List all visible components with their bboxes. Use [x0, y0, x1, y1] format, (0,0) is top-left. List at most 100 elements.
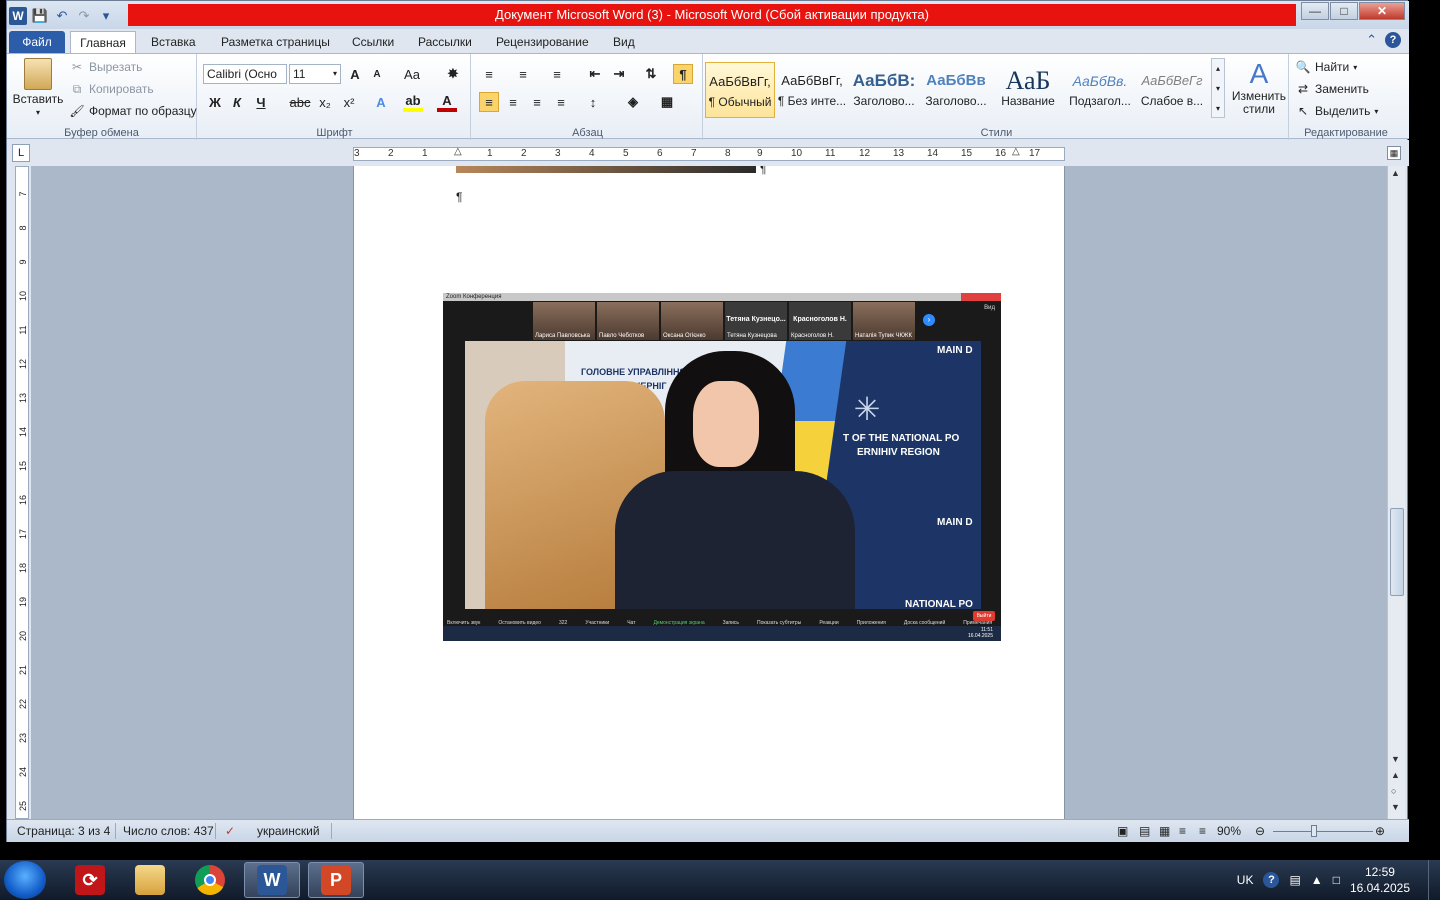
tab-review[interactable]: Рецензирование — [492, 31, 593, 53]
close-button[interactable]: ✕ — [1359, 2, 1405, 20]
style-no-spacing[interactable]: АаБбВвГг, ¶ Без инте... — [777, 62, 847, 118]
scroll-down-icon[interactable]: ▼ — [1391, 754, 1400, 764]
strikethrough-button[interactable]: abc — [287, 92, 313, 112]
numbering-icon[interactable]: ≡ — [513, 64, 533, 84]
decrease-indent-icon[interactable]: ⇤ — [585, 64, 605, 84]
clock[interactable]: 12:59 16.04.2025 — [1350, 864, 1410, 896]
view-ruler-icon[interactable]: ▦ — [1387, 146, 1401, 160]
collapse-ribbon-icon[interactable]: ⌃ — [1366, 32, 1377, 48]
format-painter-button[interactable]: 🖌 Формат по образцу — [69, 103, 196, 119]
document-page[interactable]: ¶ ¶ Zoom Конференция Лариса Павловська П… — [353, 166, 1065, 819]
cut-button[interactable]: ✂ Вырезать — [69, 59, 142, 75]
bold-button[interactable]: Ж — [205, 92, 225, 112]
shading-icon[interactable]: ◈ — [623, 92, 643, 112]
copy-button[interactable]: ⧉ Копировать — [69, 81, 154, 97]
justify-icon[interactable]: ≡ — [551, 92, 571, 112]
taskbar-chrome[interactable] — [182, 862, 238, 898]
font-name-combo[interactable]: Calibri (Осно — [203, 64, 287, 84]
help-tray-icon[interactable]: ? — [1263, 872, 1280, 888]
style-normal[interactable]: АаБбВвГг, ¶ Обычный — [705, 62, 775, 118]
web-layout-icon[interactable]: ▦ — [1159, 824, 1170, 838]
grow-font-button[interactable]: A — [345, 64, 365, 84]
action-center-icon[interactable]: □ — [1333, 873, 1340, 887]
borders-icon[interactable]: ▦ — [657, 92, 677, 112]
draft-icon[interactable]: ≡ — [1199, 824, 1206, 838]
embedded-screenshot[interactable]: Zoom Конференция Лариса Павловська Павло… — [443, 293, 1001, 641]
zoom-in-icon[interactable]: ⊕ — [1375, 824, 1385, 838]
increase-indent-icon[interactable]: ⇥ — [609, 64, 629, 84]
font-color-icon[interactable]: A — [437, 92, 457, 112]
browse-object-icon[interactable]: ○ — [1391, 786, 1396, 796]
zoom-out-icon[interactable]: ⊖ — [1255, 824, 1265, 838]
replace-button[interactable]: ⇄ Заменить — [1295, 81, 1369, 97]
align-center-icon[interactable]: ≡ — [503, 92, 523, 112]
undo-icon[interactable]: ↶ — [53, 7, 71, 25]
style-heading-2[interactable]: АаБбВв Заголово... — [921, 62, 991, 118]
line-spacing-icon[interactable]: ↕ — [583, 92, 603, 112]
zoom-level[interactable]: 90% — [1217, 824, 1241, 838]
redo-icon[interactable]: ↷ — [75, 7, 93, 25]
right-indent-marker[interactable]: △ — [1012, 146, 1020, 157]
word-count[interactable]: Число слов: 437 — [123, 824, 214, 838]
horizontal-ruler[interactable]: 3 2 1 △ 1 2 3 4 5 6 7 8 9 10 11 12 13 14… — [353, 146, 1065, 161]
tab-selector[interactable]: L — [12, 144, 30, 162]
network-icon[interactable]: ▤ — [1289, 873, 1300, 887]
print-layout-icon[interactable]: ▣ — [1117, 824, 1128, 838]
underline-button[interactable]: Ч — [251, 92, 271, 112]
taskbar-explorer[interactable] — [122, 862, 178, 898]
reading-layout-icon[interactable]: ▤ — [1139, 824, 1150, 838]
paste-button[interactable]: Вставить ▾ — [13, 58, 63, 117]
find-button[interactable]: 🔍 Найти ▾ — [1295, 59, 1358, 75]
tab-references[interactable]: Ссылки — [348, 31, 398, 53]
taskbar-acrobat[interactable]: ⟳ — [62, 862, 118, 898]
style-subtle-emphasis[interactable]: АаБбВеГг Слабое в... — [1137, 62, 1207, 118]
scroll-up-icon[interactable]: ▲ — [1391, 168, 1400, 178]
highlight-icon[interactable]: ab — [403, 92, 423, 112]
shrink-font-button[interactable]: A — [367, 64, 387, 84]
zoom-slider-thumb[interactable] — [1311, 825, 1317, 837]
style-subtitle[interactable]: АаБбВв. Подзагол... — [1065, 62, 1135, 118]
show-formatting-button[interactable]: ¶ — [673, 64, 693, 84]
style-title[interactable]: АаБ Название — [993, 62, 1063, 118]
tab-file[interactable]: Файл — [9, 31, 65, 53]
customize-qat-icon[interactable]: ▾ — [97, 7, 115, 25]
previous-page-icon[interactable]: ▲ — [1391, 770, 1400, 780]
tab-insert[interactable]: Вставка — [147, 31, 200, 53]
subscript-button[interactable]: x₂ — [315, 92, 335, 112]
sort-icon[interactable]: ⇅ — [641, 64, 661, 84]
italic-button[interactable]: К — [227, 92, 247, 112]
previous-image-edge[interactable] — [456, 166, 756, 173]
minimize-button[interactable]: — — [1301, 2, 1329, 20]
tab-view[interactable]: Вид — [609, 31, 639, 53]
next-page-icon[interactable]: ▼ — [1391, 802, 1400, 812]
language-indicator[interactable]: украинский — [257, 824, 320, 838]
zoom-slider[interactable] — [1273, 831, 1373, 832]
tab-mailings[interactable]: Рассылки — [414, 31, 476, 53]
clear-format-icon[interactable]: ✸ — [443, 64, 463, 84]
language-indicator[interactable]: UK — [1237, 873, 1254, 887]
document-area[interactable]: ¶ ¶ Zoom Конференция Лариса Павловська П… — [31, 166, 1387, 819]
show-desktop-button[interactable] — [1428, 860, 1440, 900]
maximize-button[interactable]: □ — [1330, 2, 1358, 20]
outline-icon[interactable]: ≡ — [1179, 824, 1186, 838]
taskbar-word[interactable]: W — [244, 862, 300, 898]
left-indent-marker[interactable]: △ — [454, 146, 462, 157]
multilevel-list-icon[interactable]: ≡ — [547, 64, 567, 84]
spelling-check-icon[interactable]: ✓ — [225, 824, 235, 838]
save-icon[interactable]: 💾 — [31, 7, 49, 25]
word-app-icon[interactable]: W — [9, 7, 27, 25]
bullets-icon[interactable]: ≡ — [479, 64, 499, 84]
taskbar-powerpoint[interactable]: P — [308, 862, 364, 898]
vertical-ruler[interactable]: 7 8 9 10 11 12 13 14 15 16 17 18 19 20 2… — [15, 166, 29, 819]
align-left-icon[interactable]: ≡ — [479, 92, 499, 112]
tab-home[interactable]: Главная — [70, 31, 136, 53]
superscript-button[interactable]: x² — [339, 92, 359, 112]
select-button[interactable]: ↖ Выделить ▾ — [1295, 103, 1378, 119]
start-button[interactable] — [4, 861, 46, 899]
show-hidden-icon[interactable]: ▲ — [1311, 873, 1323, 887]
vertical-scrollbar[interactable]: ▲ ▼ ▲ ○ ▼ — [1387, 166, 1405, 819]
style-heading-1[interactable]: АаБбВ: Заголово... — [849, 62, 919, 118]
font-size-combo[interactable]: 11 ▾ — [289, 64, 341, 84]
align-right-icon[interactable]: ≡ — [527, 92, 547, 112]
styles-scroll[interactable]: ▴ ▾ ▾ — [1211, 58, 1225, 118]
